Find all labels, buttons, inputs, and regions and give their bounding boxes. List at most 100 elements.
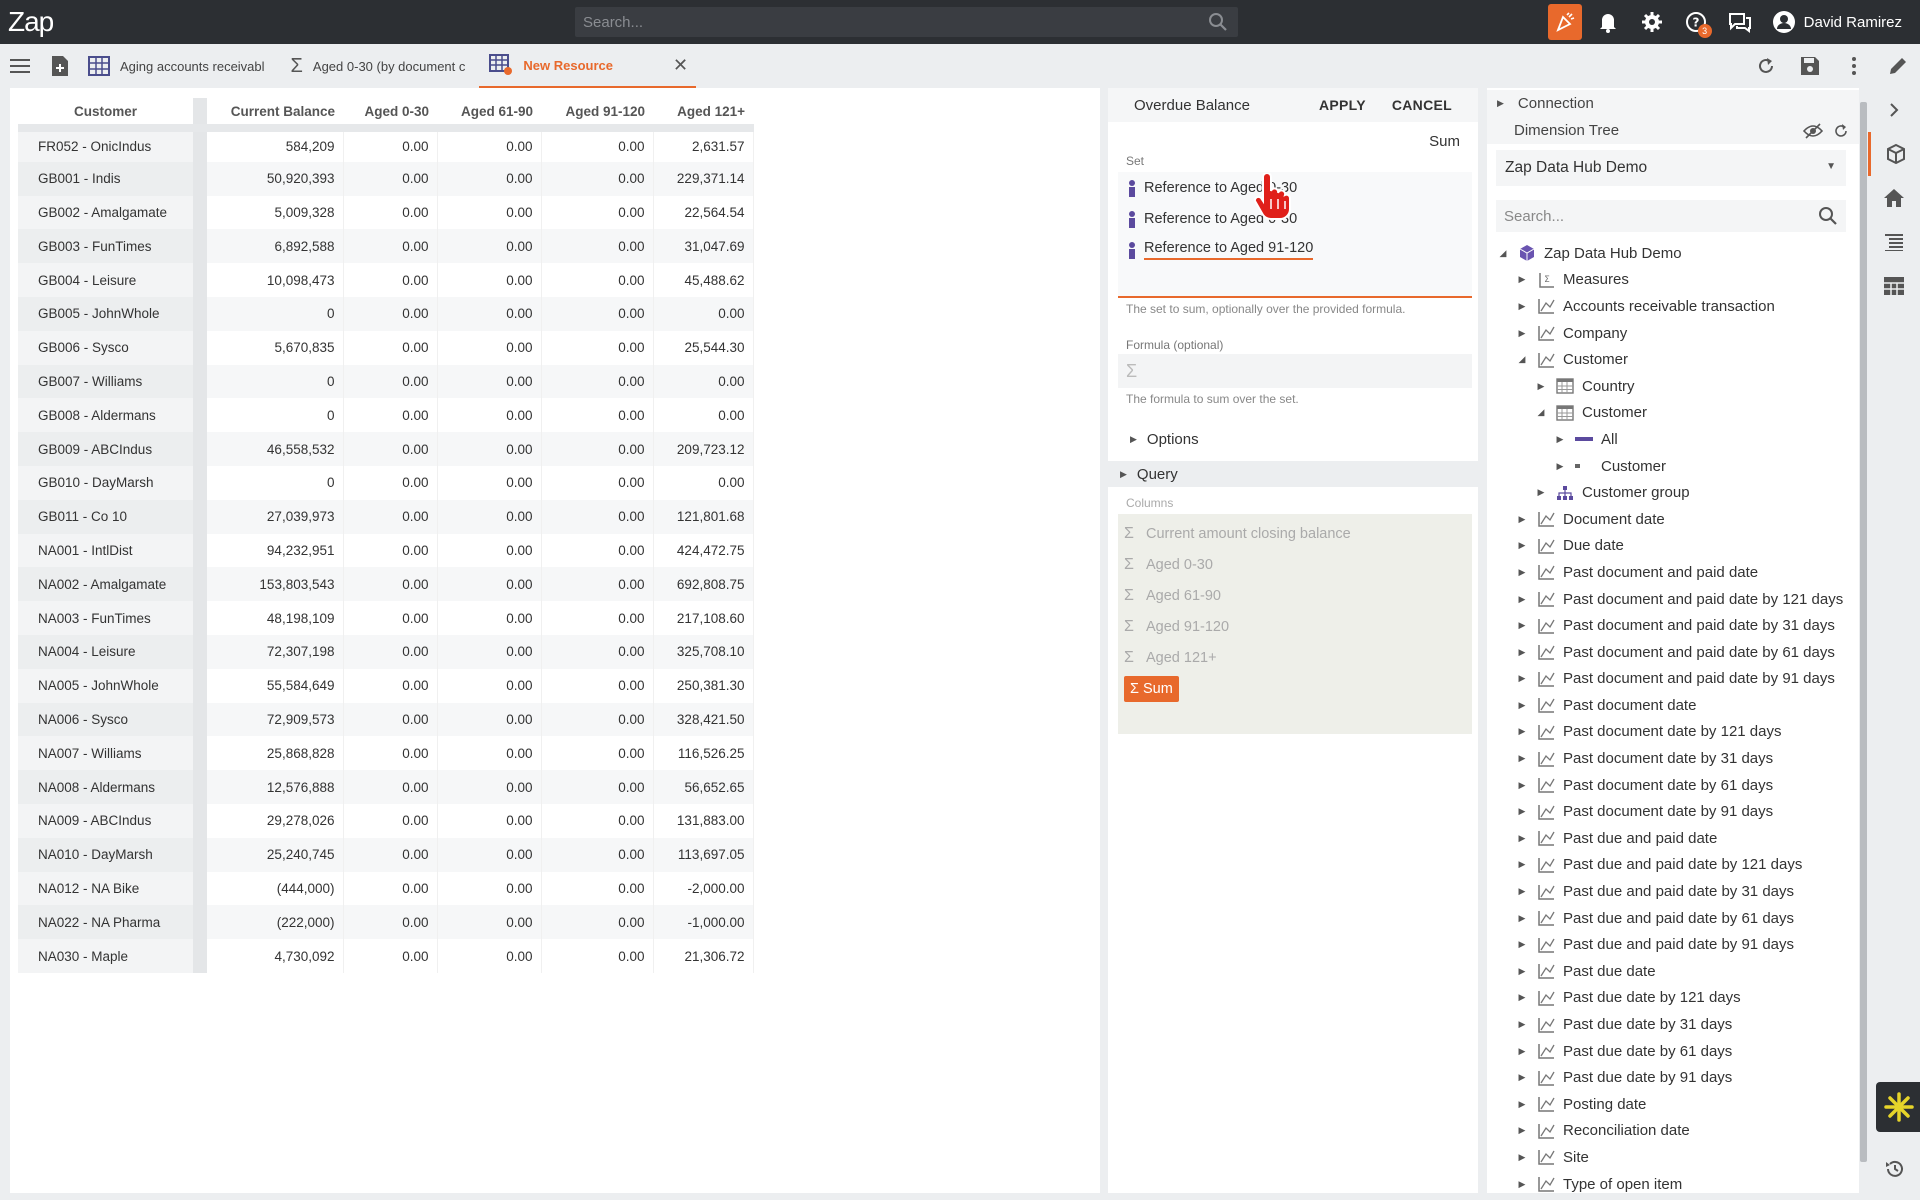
cell-customer[interactable]: GB010 - DayMarsh bbox=[18, 465, 193, 500]
scrollbar-thumb[interactable] bbox=[1860, 102, 1867, 1162]
tree-node[interactable]: ▶ Type of open item bbox=[1487, 1171, 1859, 1193]
cell-aged-121-plus[interactable]: 131,883.00 bbox=[653, 803, 754, 838]
expand-arrow-icon[interactable]: ▶ bbox=[1515, 540, 1529, 551]
set-field[interactable]: Reference to Aged 0-30 Reference to Aged… bbox=[1118, 172, 1472, 298]
cell-current-balance[interactable]: 12,576,888 bbox=[207, 770, 344, 804]
cell-aged-91-120[interactable]: 0.00 bbox=[541, 770, 654, 804]
table-row[interactable]: NA006 - Sysco 72,909,573 0.00 0.00 0.00 328,4… bbox=[18, 702, 754, 737]
help-icon[interactable]: ? 3 bbox=[1678, 4, 1714, 40]
cell-aged-121-plus[interactable]: 229,371.14 bbox=[653, 161, 754, 196]
cell-aged-61-90[interactable]: 0.00 bbox=[437, 634, 542, 669]
cell-customer[interactable]: GB003 - FunTimes bbox=[18, 229, 193, 264]
cell-customer[interactable]: NA008 - Aldermans bbox=[18, 770, 193, 804]
cell-current-balance[interactable]: (222,000) bbox=[207, 905, 344, 940]
cell-current-balance[interactable]: 584,209 bbox=[207, 128, 344, 162]
expand-arrow-icon[interactable]: ▶ bbox=[1534, 487, 1548, 498]
cell-aged-0-30[interactable]: 0.00 bbox=[343, 702, 438, 737]
tree-node[interactable]: ▶ Past due date bbox=[1487, 958, 1859, 985]
table-icon[interactable] bbox=[1868, 264, 1920, 308]
cell-aged-91-120[interactable]: 0.00 bbox=[541, 533, 654, 568]
expand-arrow-icon[interactable]: ▶ bbox=[1553, 434, 1567, 445]
tree-node[interactable]: ▶ Past due and paid date by 91 days bbox=[1487, 931, 1859, 958]
cell-customer[interactable]: NA022 - NA Pharma bbox=[18, 905, 193, 940]
table-row[interactable]: NA001 - IntlDist 94,232,951 0.00 0.00 0.00 42… bbox=[18, 533, 754, 568]
expand-arrow-icon[interactable]: ▶ bbox=[1515, 913, 1529, 924]
global-search[interactable] bbox=[575, 7, 1238, 37]
table-row[interactable]: NA005 - JohnWhole 55,584,649 0.00 0.00 0.00 2… bbox=[18, 668, 754, 703]
tree-node[interactable]: ▶ Past document date by 31 days bbox=[1487, 745, 1859, 772]
set-item[interactable]: Reference to Aged 91-120 bbox=[1118, 234, 1472, 265]
table-row[interactable]: GB004 - Leisure 10,098,473 0.00 0.00 0.00 45,… bbox=[18, 263, 754, 297]
assistant-button[interactable] bbox=[1876, 1082, 1920, 1132]
expand-arrow-icon[interactable]: ▶ bbox=[1515, 833, 1529, 844]
sum-chip[interactable]: Σ Sum bbox=[1124, 676, 1179, 702]
tree-node[interactable]: ◢ Customer bbox=[1487, 400, 1859, 427]
cell-aged-61-90[interactable]: 0.00 bbox=[437, 533, 542, 568]
expand-arrow-icon[interactable]: ▶ bbox=[1515, 780, 1529, 791]
cell-aged-91-120[interactable]: 0.00 bbox=[541, 296, 654, 331]
expand-arrow-icon[interactable]: ▶ bbox=[1515, 1019, 1529, 1030]
cell-aged-0-30[interactable]: 0.00 bbox=[343, 871, 438, 906]
cancel-button[interactable]: CANCEL bbox=[1392, 97, 1452, 113]
tree-node[interactable]: ▶ Document date bbox=[1487, 506, 1859, 533]
expand-arrow-icon[interactable]: ▶ bbox=[1515, 514, 1529, 525]
cell-aged-121-plus[interactable]: 0.00 bbox=[653, 398, 754, 433]
tab-aging-accounts[interactable]: Aging accounts receivabl bbox=[80, 44, 273, 88]
formula-input[interactable]: Σ bbox=[1118, 354, 1472, 388]
tree-node[interactable]: ▶ Past document and paid date by 121 days bbox=[1487, 586, 1859, 613]
tree-scrollbar[interactable] bbox=[1859, 88, 1868, 1193]
cell-customer[interactable]: GB009 - ABCIndus bbox=[18, 432, 193, 466]
expand-arrow-icon[interactable]: ▶ bbox=[1515, 859, 1529, 870]
cell-aged-61-90[interactable]: 0.00 bbox=[437, 601, 542, 635]
cell-aged-121-plus[interactable]: 116,526.25 bbox=[653, 736, 754, 771]
cell-aged-91-120[interactable]: 0.00 bbox=[541, 499, 654, 534]
cell-customer[interactable]: NA012 - NA Bike bbox=[18, 871, 193, 906]
table-row[interactable]: NA007 - Williams 25,868,828 0.00 0.00 0.00 11… bbox=[18, 736, 754, 771]
cell-aged-91-120[interactable]: 0.00 bbox=[541, 330, 654, 365]
cell-current-balance[interactable]: 25,868,828 bbox=[207, 736, 344, 771]
cell-current-balance[interactable]: 5,009,328 bbox=[207, 195, 344, 230]
column-divider[interactable] bbox=[193, 98, 207, 132]
cell-customer[interactable]: NA006 - Sysco bbox=[18, 702, 193, 737]
tree-node[interactable]: ▶ Past due and paid date by 121 days bbox=[1487, 852, 1859, 879]
column-header-aged-61-90[interactable]: Aged 61-90 bbox=[437, 98, 541, 132]
cell-aged-0-30[interactable]: 0.00 bbox=[343, 770, 438, 804]
cell-customer[interactable]: NA009 - ABCIndus bbox=[18, 803, 193, 838]
cell-aged-0-30[interactable]: 0.00 bbox=[343, 128, 438, 162]
table-row[interactable]: FR052 - OnicIndus 584,209 0.00 0.00 0.00 2,63… bbox=[18, 128, 754, 162]
cell-aged-121-plus[interactable]: 113,697.05 bbox=[653, 837, 754, 872]
tree-node[interactable]: ▶ Past due date by 121 days bbox=[1487, 985, 1859, 1012]
cell-aged-61-90[interactable]: 0.00 bbox=[437, 128, 542, 162]
expand-arrow-icon[interactable]: ▶ bbox=[1515, 806, 1529, 817]
expand-arrow-icon[interactable]: ▶ bbox=[1515, 647, 1529, 658]
tree-node[interactable]: ▶ Σ Measures bbox=[1487, 267, 1859, 294]
cell-aged-61-90[interactable]: 0.00 bbox=[437, 567, 542, 602]
hamburger-menu-icon[interactable] bbox=[0, 44, 40, 88]
home-icon[interactable] bbox=[1868, 176, 1920, 220]
cell-aged-0-30[interactable]: 0.00 bbox=[343, 905, 438, 940]
app-logo[interactable]: Zap bbox=[8, 6, 54, 38]
cell-aged-121-plus[interactable]: 209,723.12 bbox=[653, 432, 754, 466]
expand-arrow-icon[interactable]: ▶ bbox=[1515, 1152, 1529, 1163]
tree-node[interactable]: ▶ All bbox=[1487, 426, 1859, 453]
cell-aged-91-120[interactable]: 0.00 bbox=[541, 601, 654, 635]
expand-arrow-icon[interactable]: ▶ bbox=[1515, 567, 1529, 578]
cell-aged-121-plus[interactable]: 21,306.72 bbox=[653, 939, 754, 973]
cell-customer[interactable]: GB005 - JohnWhole bbox=[18, 296, 193, 331]
tree-node[interactable]: ▶ Customer group bbox=[1487, 479, 1859, 506]
table-row[interactable]: GB006 - Sysco 5,670,835 0.00 0.00 0.00 25,544… bbox=[18, 330, 754, 365]
table-row[interactable]: NA009 - ABCIndus 29,278,026 0.00 0.00 0.00 13… bbox=[18, 803, 754, 838]
table-row[interactable]: NA008 - Aldermans 12,576,888 0.00 0.00 0.00 5… bbox=[18, 770, 754, 804]
expand-arrow-icon[interactable]: ▶ bbox=[1515, 328, 1529, 339]
cell-aged-61-90[interactable]: 0.00 bbox=[437, 263, 542, 297]
collapse-arrow-icon[interactable]: ◢ bbox=[1496, 248, 1510, 259]
cell-aged-61-90[interactable]: 0.00 bbox=[437, 195, 542, 230]
cell-aged-91-120[interactable]: 0.00 bbox=[541, 736, 654, 771]
cell-current-balance[interactable]: 48,198,109 bbox=[207, 601, 344, 635]
cell-aged-0-30[interactable]: 0.00 bbox=[343, 499, 438, 534]
column-header-customer[interactable]: Customer bbox=[18, 98, 193, 132]
user-menu[interactable]: David Ramirez bbox=[1772, 10, 1902, 34]
cell-aged-121-plus[interactable]: 692,808.75 bbox=[653, 567, 754, 602]
cell-aged-121-plus[interactable]: -1,000.00 bbox=[653, 905, 754, 940]
expand-arrow-icon[interactable]: ▶ bbox=[1515, 886, 1529, 897]
